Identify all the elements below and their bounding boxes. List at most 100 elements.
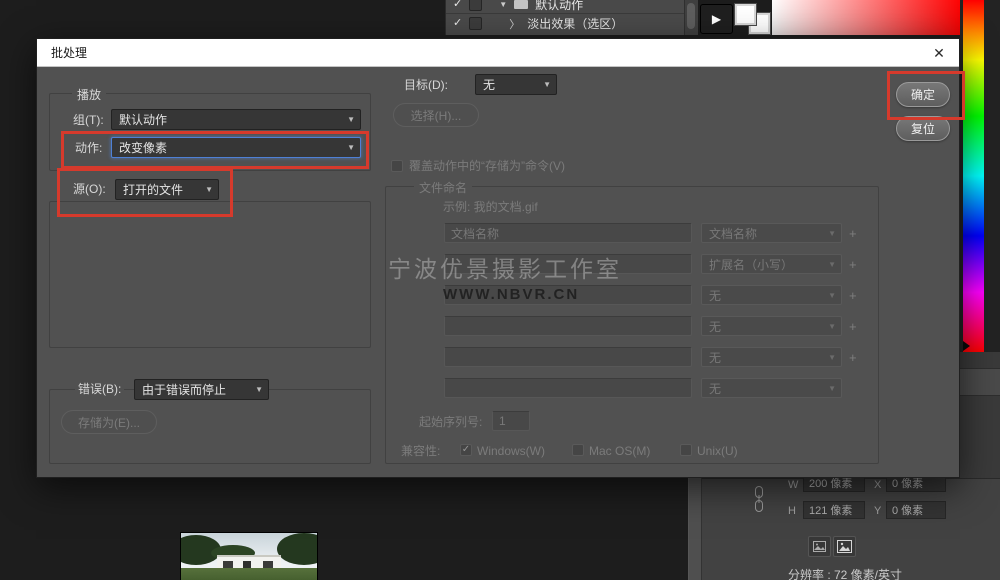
check-icon: ✓ [462,445,470,455]
compat-windows-checkbox: ✓ [460,444,472,456]
filename-input-6 [444,378,692,398]
ok-button[interactable]: 确定 [896,82,950,107]
filename-select-5: 无▼ [701,347,842,367]
chevron-down-icon: ▼ [205,185,213,194]
batch-dialog: 批处理 ✕ 播放 组(T): 默认动作▼ 动作: 改变像素▼ 源(O): 打开的… [36,38,960,478]
play-icon: ▶ [712,12,721,26]
panel-scrollbar[interactable] [688,478,702,580]
lawn-shape [181,568,317,580]
compat-windows-label: Windows(W) [477,445,545,458]
properties-panel: W 200 像素 X 0 像素 H 121 像素 Y 0 像素 分辨率 : 72… [688,478,1000,580]
action-row-set[interactable]: ✓ ▼ 默认动作 [446,0,686,14]
file-naming-legend: 文件命名 [414,179,472,196]
filename-input-4 [444,316,692,336]
width-label: W [788,479,798,491]
check-icon: ✓ [453,0,462,10]
file-naming-example: 示例: 我的文档.gif [443,201,538,214]
filename-input-5 [444,347,692,367]
height-label: H [788,505,796,517]
close-icon[interactable]: ✕ [927,43,951,63]
foreground-color-swatch[interactable] [735,4,756,25]
chevron-down-icon: ▼ [828,384,836,393]
y-field[interactable]: 0 像素 [886,501,946,519]
compat-unix-label: Unix(U) [697,445,738,458]
action-set-label: 默认动作 [535,0,583,13]
color-picker-field[interactable] [772,0,963,35]
plus-icon: + [849,227,857,240]
chevron-down-icon: ▼ [828,322,836,331]
resolution-text: 分辨率 : 72 像素/英寸 [788,566,902,580]
source-options-group [49,201,371,348]
filename-select-3: 无▼ [701,285,842,305]
hue-slider[interactable] [963,0,984,352]
play-group-legend: 播放 [72,86,106,103]
override-checkbox-label: 覆盖动作中的“存储为”命令(V) [409,160,565,173]
save-as-button: 存储为(E)... [61,410,157,434]
chevron-down-icon: ▼ [543,80,551,89]
filename-select-2: 扩展名（小写）▼ [701,254,842,274]
plus-icon: + [849,258,857,271]
tree-shape [277,533,317,565]
chevron-down-icon[interactable]: ▼ [499,0,507,9]
disclosure-icon[interactable]: 〉 [509,16,520,32]
filename-select-1: 文档名称▼ [701,223,842,243]
filename-input-2 [444,254,692,274]
filename-input-3 [444,285,692,305]
serial-input: 1 [492,411,530,431]
chevron-down-icon: ▼ [828,353,836,362]
destination-label: 目标(D): [404,79,448,92]
plus-icon: + [849,289,857,302]
action-dropdown[interactable]: 改变像素▼ [111,137,361,158]
photoshop-screen: ✓ ▼ 默认动作 ✓ 〉 淡出效果（选区） ▶ [0,0,1000,580]
modal-toggle-icon[interactable] [469,0,482,11]
choose-button: 选择(H)... [393,103,479,127]
actions-scrollbar[interactable] [684,0,698,35]
link-dimensions-icon[interactable] [752,485,766,518]
chevron-down-icon: ▼ [255,385,263,394]
chevron-down-icon: ▼ [828,260,836,269]
right-panel-header [960,368,1000,396]
filename-select-6: 无▼ [701,378,842,398]
chevron-down-icon: ▼ [347,143,355,152]
compat-macos-checkbox [572,444,584,456]
color-swatches[interactable] [735,2,775,36]
scrollbar-thumb[interactable] [687,3,695,29]
plus-icon: + [849,320,857,333]
destination-dropdown[interactable]: 无▼ [475,74,557,95]
document-thumbnail[interactable] [181,533,317,580]
errors-dropdown[interactable]: 由于错误而停止▼ [134,379,269,400]
chevron-down-icon: ▼ [828,229,836,238]
action-label: 动作: [75,142,102,155]
compat-unix-checkbox [680,444,692,456]
modal-toggle-icon[interactable] [469,17,482,30]
play-action-button[interactable]: ▶ [700,4,733,34]
actions-panel: ✓ ▼ 默认动作 ✓ 〉 淡出效果（选区） [445,0,686,35]
play-group: 播放 [49,93,371,171]
set-label: 组(T): [73,114,104,127]
errors-label: 错误(B): [75,383,124,396]
source-dropdown[interactable]: 打开的文件▼ [115,179,219,200]
filename-select-4: 无▼ [701,316,842,336]
x-label: X [874,479,881,491]
chevron-down-icon: ▼ [347,115,355,124]
dialog-title: 批处理 [51,44,87,61]
chevron-down-icon: ▼ [828,291,836,300]
image-icon-button[interactable] [808,536,831,557]
plus-icon: + [849,351,857,364]
filename-input-1: 文档名称 [444,223,692,243]
action-set-dropdown[interactable]: 默认动作▼ [111,109,361,130]
compatibility-label: 兼容性: [401,445,440,458]
action-item-label: 淡出效果（选区） [527,15,623,32]
dialog-titlebar[interactable]: 批处理 ✕ [37,39,959,67]
folder-icon [514,0,528,9]
serial-label: 起始序列号: [419,416,482,429]
hue-slider-marker [963,341,970,351]
height-field[interactable]: 121 像素 [803,501,865,519]
check-icon: ✓ [453,18,462,29]
action-row-item[interactable]: ✓ 〉 淡出效果（选区） [446,13,686,33]
y-label: Y [874,505,881,517]
reset-button[interactable]: 复位 [896,116,950,141]
source-label: 源(O): [73,183,106,196]
framed-image-icon-button[interactable] [833,536,856,557]
compat-macos-label: Mac OS(M) [589,445,650,458]
